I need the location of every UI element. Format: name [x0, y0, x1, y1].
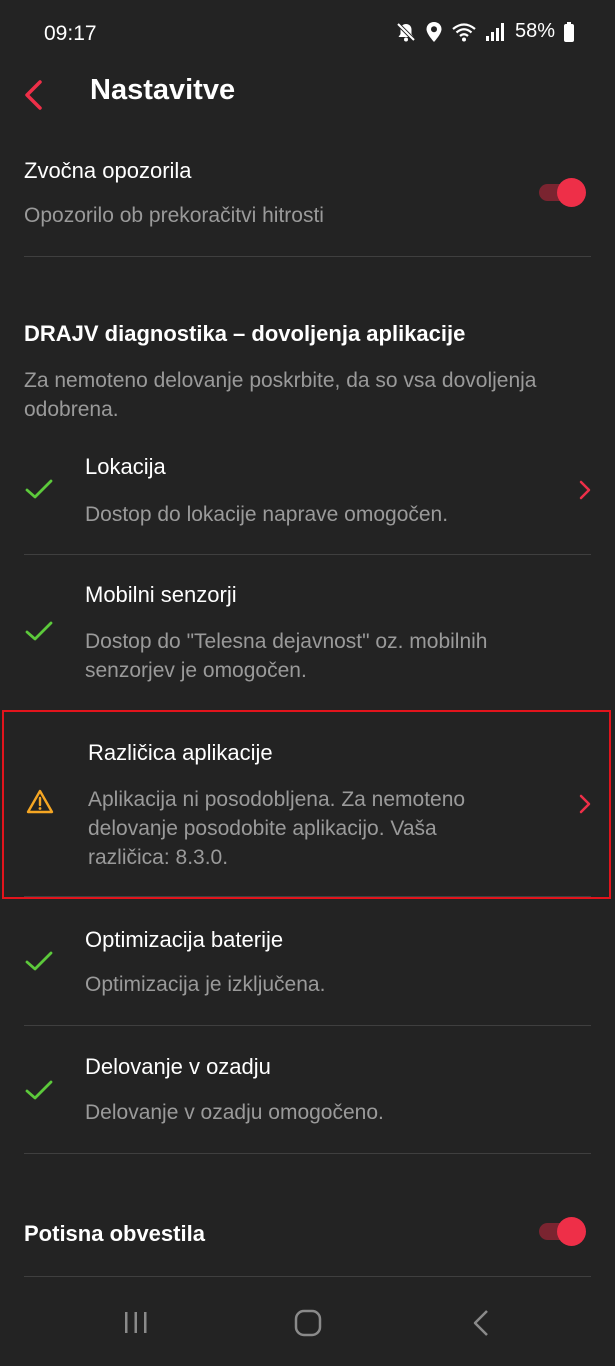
status-bar: 09:17 58%: [0, 0, 615, 70]
permission-item-location[interactable]: Lokacija Dostop do lokacije naprave omog…: [0, 440, 615, 554]
permission-subtitle: Delovanje v ozadju omogočeno.: [85, 1101, 384, 1124]
mute-icon: [395, 21, 417, 43]
settings-screen: 09:17 58% Nastavitve Zvočna opozorila Op…: [0, 0, 615, 1366]
toggle-thumb: [557, 178, 586, 207]
sound-alerts-setting[interactable]: Zvočna opozorila Opozorilo ob prekoračit…: [0, 150, 615, 256]
permission-title: Mobilni senzorji: [85, 582, 237, 607]
permission-subtitle: Dostop do lokacije naprave omogočen.: [85, 503, 449, 526]
home-icon: [294, 1309, 322, 1337]
recent-apps-button[interactable]: [111, 1298, 161, 1348]
home-button[interactable]: [283, 1298, 333, 1348]
sound-alerts-toggle[interactable]: [539, 178, 589, 207]
sound-alerts-subtitle: Opozorilo ob prekoračitvi hitrosti: [24, 204, 324, 227]
check-icon: [25, 1080, 53, 1100]
wifi-icon: [451, 21, 477, 43]
chevron-right-icon: [579, 480, 591, 500]
toggle-thumb: [557, 1217, 586, 1246]
header: Nastavitve: [0, 70, 615, 116]
check-icon: [25, 621, 53, 641]
back-button[interactable]: [18, 74, 54, 114]
warning-icon: [26, 789, 54, 814]
permission-subtitle: Dostop do "Telesna dejavnost" oz. mobiln…: [85, 630, 488, 682]
divider: [24, 256, 591, 257]
back-nav-button[interactable]: [456, 1298, 506, 1348]
push-notifications-title: Potisna obvestila: [24, 1221, 205, 1246]
permission-item-app-version[interactable]: Različica aplikacije Aplikacija ni posod…: [0, 712, 615, 897]
permission-title: Delovanje v ozadju: [85, 1054, 271, 1079]
status-icons: 58%: [395, 20, 575, 43]
permission-item-background[interactable]: Delovanje v ozadju Delovanje v ozadju om…: [0, 1026, 615, 1152]
chevron-left-icon: [25, 80, 42, 110]
push-notifications-toggle[interactable]: [539, 1217, 589, 1246]
location-icon: [425, 21, 443, 43]
permission-subtitle: Optimizacija je izključena.: [85, 973, 326, 996]
battery-percent: 58%: [514, 20, 555, 42]
permission-item-battery-optimization[interactable]: Optimizacija baterije Optimizacija je iz…: [0, 897, 615, 1025]
sound-alerts-title: Zvočna opozorila: [24, 158, 192, 183]
check-icon: [25, 951, 53, 971]
push-notifications-setting[interactable]: Potisna obvestila: [0, 1195, 615, 1271]
permission-title: Lokacija: [85, 454, 166, 479]
chevron-right-icon: [579, 794, 591, 814]
system-nav-bar: [0, 1276, 615, 1366]
check-icon: [25, 479, 53, 499]
diagnostics-description: Za nemoteno delovanje poskrbite, da so v…: [24, 369, 537, 421]
signal-icon: [485, 21, 505, 43]
back-icon: [473, 1310, 488, 1336]
diagnostics-section-title: DRAJV diagnostika – dovoljenja aplikacij…: [24, 321, 466, 346]
permission-title: Različica aplikacije: [88, 740, 273, 765]
permission-title: Optimizacija baterije: [85, 927, 284, 952]
permission-item-sensors[interactable]: Mobilni senzorji Dostop do "Telesna deja…: [0, 555, 615, 705]
page-title: Nastavitve: [90, 74, 236, 106]
battery-icon: [563, 21, 575, 43]
recent-apps-icon: [125, 1312, 147, 1333]
permission-subtitle: Aplikacija ni posodobljena. Za nemoteno …: [88, 788, 466, 869]
status-time: 09:17: [44, 22, 97, 45]
divider: [24, 1153, 591, 1154]
